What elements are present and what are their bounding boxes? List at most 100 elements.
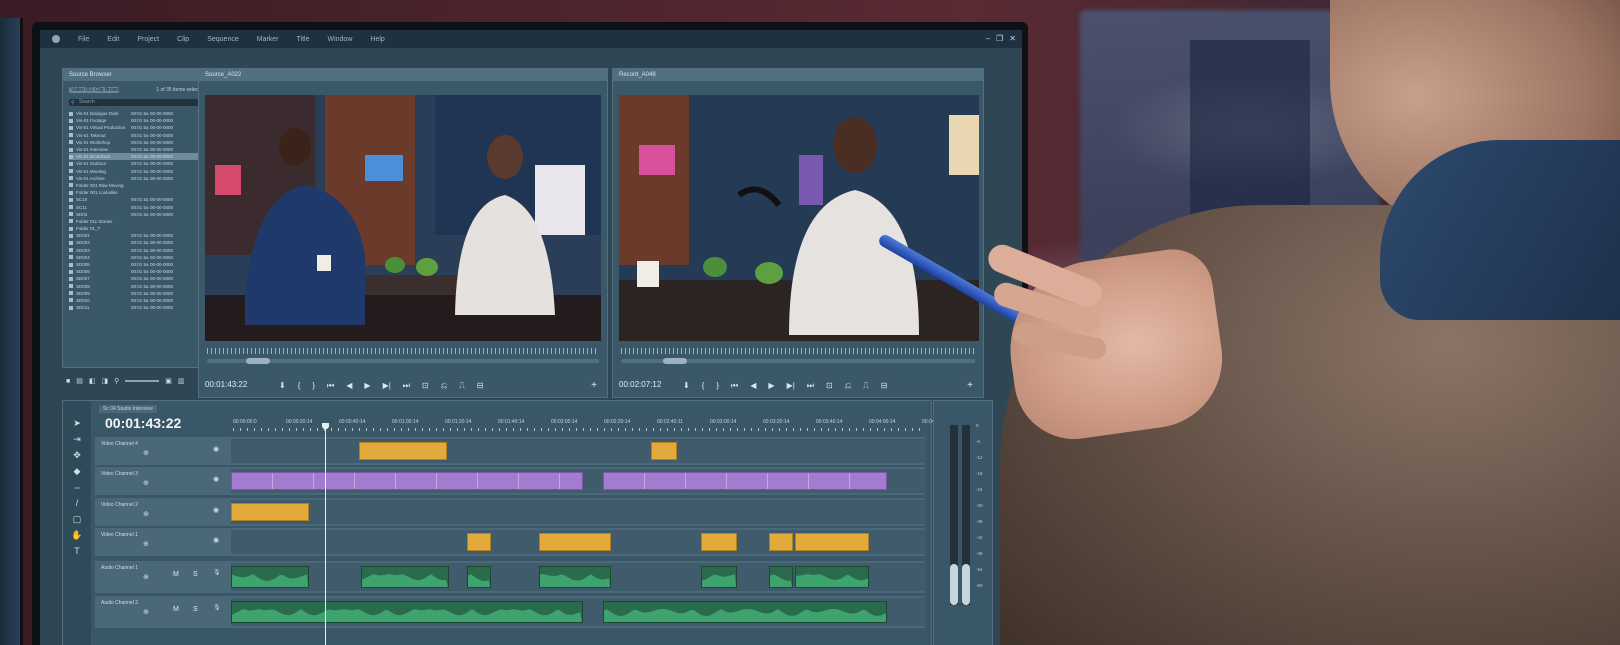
transport-button-icon[interactable]: ⎍	[863, 381, 869, 391]
file-row[interactable]: SD011 00:01 5a 00-00-0000	[69, 304, 205, 311]
file-row[interactable]: Vis-01 Archive 00:01 5a 00-00-0000	[69, 175, 205, 182]
track-mute-button[interactable]: M	[173, 606, 179, 613]
file-row[interactable]: SD004 00:01 5a 00-00-0000	[69, 254, 205, 261]
transport-button-icon[interactable]: ⊡	[826, 381, 833, 391]
close-icon[interactable]: ✕	[1009, 34, 1016, 44]
menu-item-help[interactable]: Help	[370, 36, 384, 43]
file-row[interactable]: SD008 00:01 5a 00-00-0000	[69, 283, 205, 290]
menu-item-file[interactable]: File	[78, 36, 89, 43]
audio-clip[interactable]	[769, 566, 793, 588]
track-visibility-icon[interactable]: ◉	[213, 506, 219, 514]
track-lane[interactable]	[231, 439, 925, 463]
menu-item-title[interactable]: Title	[297, 36, 310, 43]
sequence-tab[interactable]: Sc 04 Studio Interview	[99, 405, 157, 413]
file-row[interactable]: Vis-01 Virtual Production 00:01 5a 00-00-0…	[69, 124, 205, 131]
file-row[interactable]: SD003 00:01 5a 00-00-0000	[69, 247, 205, 254]
file-row[interactable]: Vis-01 Dialogue Dark 00:01 5a 00-00-0000	[69, 110, 205, 117]
file-row[interactable]: Vis-01 Outdoor 00:01 5a 00-00-0000	[69, 160, 205, 167]
browser-tool-icon[interactable]: ⚲	[114, 377, 119, 385]
timeline-timecode[interactable]: 00:01:43:22	[105, 415, 181, 431]
file-row[interactable]: SD005 00:01 5a 00-00-0000	[69, 261, 205, 268]
file-row[interactable]: Vis-01 Meeting 00:01 5a 00-00-0000	[69, 168, 205, 175]
filter-dropdown[interactable]: Video 001 Clip Browsing	[69, 87, 119, 93]
record-scrubber-handle[interactable]	[663, 358, 688, 364]
video-clip[interactable]	[603, 472, 887, 490]
transport-button-icon[interactable]: ⬇	[683, 381, 690, 391]
transport-button-icon[interactable]: {	[298, 381, 301, 391]
audio-clip[interactable]	[603, 601, 887, 623]
file-row[interactable]: SD006 00:01 5a 00-00-0000	[69, 268, 205, 275]
file-row[interactable]: Folder 011 Stories	[69, 218, 205, 225]
timeline-tool-icon[interactable]: ⇥	[73, 435, 81, 444]
browser-tool-icon[interactable]: ▥	[178, 377, 185, 385]
track-lock-icon[interactable]: ⊕	[143, 608, 149, 616]
menu-item-window[interactable]: Window	[327, 36, 352, 43]
video-clip[interactable]	[701, 533, 737, 551]
browser-tool-icon[interactable]: ◨	[101, 377, 108, 385]
transport-button-icon[interactable]: ⬇	[279, 381, 286, 391]
transport-button-icon[interactable]: ⏮	[731, 381, 738, 391]
audio-clip[interactable]	[467, 566, 491, 588]
file-row[interactable]: Vis-01 Workshop 00:01 5a 00-00-0000	[69, 139, 205, 146]
timeline-tool-icon[interactable]: ⇔	[73, 483, 82, 492]
track-lane[interactable]	[231, 598, 925, 626]
file-row[interactable]: SD010 00:01 5a 00-00-0000	[69, 297, 205, 304]
file-row[interactable]: SC10 00:01 5a 00-00-0000	[69, 196, 205, 203]
transport-button-icon[interactable]: ▶|	[383, 381, 391, 391]
track-lock-icon[interactable]: ⊕	[143, 479, 149, 487]
track-lane[interactable]	[231, 500, 925, 524]
search-input[interactable]: ⚲ Search	[69, 99, 205, 106]
video-clip[interactable]	[231, 503, 309, 521]
transport-button-icon[interactable]: ⏭	[807, 381, 814, 391]
file-row[interactable]: Folder 001 Lookalike	[69, 189, 205, 196]
transport-button-icon[interactable]: ⎍	[459, 381, 465, 391]
track-lock-icon[interactable]: ⊕	[143, 510, 149, 518]
transport-button-icon[interactable]: ▶	[768, 381, 774, 391]
transport-button-icon[interactable]: }	[312, 381, 315, 391]
transport-button-icon[interactable]: ⎌	[441, 381, 447, 391]
audio-clip[interactable]	[231, 566, 309, 588]
timeline-tool-icon[interactable]: ✥	[73, 451, 81, 460]
menu-item-marker[interactable]: Marker	[257, 36, 279, 43]
source-scrubber[interactable]	[207, 358, 599, 364]
track-lane[interactable]	[231, 469, 925, 493]
menu-item-project[interactable]: Project	[137, 36, 159, 43]
file-row[interactable]: SD009 00:01 5a 00-00-0000	[69, 290, 205, 297]
file-row[interactable]: Folder 01_T	[69, 225, 205, 232]
track-lock-icon[interactable]: ⊕	[143, 573, 149, 581]
record-add-button[interactable]: +	[967, 380, 973, 391]
transport-button-icon[interactable]: ▶	[364, 381, 370, 391]
transport-button-icon[interactable]: ⊡	[422, 381, 429, 391]
track-visibility-icon[interactable]: ◉	[213, 475, 219, 483]
video-clip[interactable]	[467, 533, 491, 551]
timeline-tool-icon[interactable]: ◆	[74, 467, 81, 476]
track-visibility-icon[interactable]: ◉	[213, 445, 219, 453]
record-scrubber[interactable]	[621, 358, 975, 364]
transport-button-icon[interactable]: {	[702, 381, 705, 391]
audio-clip[interactable]	[795, 566, 869, 588]
zoom-slider[interactable]	[125, 380, 160, 382]
transport-button-icon[interactable]: ⊟	[881, 381, 888, 391]
browser-tool-icon[interactable]: ▣	[165, 377, 172, 385]
track-lane[interactable]	[231, 563, 925, 591]
menu-item-sequence[interactable]: Sequence	[207, 36, 239, 43]
file-row[interactable]: Vis-01 Broadcast 00:01 5a 00-00-0000	[69, 153, 205, 161]
transport-button-icon[interactable]: ⎌	[845, 381, 851, 391]
transport-button-icon[interactable]: ▶|	[787, 381, 795, 391]
file-row[interactable]: SD001 00:01 5a 00-00-0000	[69, 232, 205, 239]
transport-button-icon[interactable]: ⏮	[327, 381, 334, 391]
audio-clip[interactable]	[231, 601, 583, 623]
source-scrubber-handle[interactable]	[246, 358, 271, 364]
browser-tool-icon[interactable]: ■	[66, 378, 70, 385]
timeline-tool-icon[interactable]: ✋	[71, 531, 82, 540]
browser-tool-icon[interactable]: ▤	[76, 377, 83, 385]
menu-item-clip[interactable]: Clip	[177, 36, 189, 43]
timeline-ruler[interactable]	[233, 428, 923, 431]
timeline-tool-icon[interactable]: ➤	[73, 419, 81, 428]
minimize-icon[interactable]: –	[986, 34, 990, 44]
browser-tool-icon[interactable]: ◧	[89, 377, 96, 385]
audio-clip[interactable]	[701, 566, 737, 588]
file-row[interactable]: Vis-01 Interview 00:01 5a 00-00-0000	[69, 146, 205, 153]
track-visibility-icon[interactable]: ◉	[213, 536, 219, 544]
video-clip[interactable]	[769, 533, 793, 551]
